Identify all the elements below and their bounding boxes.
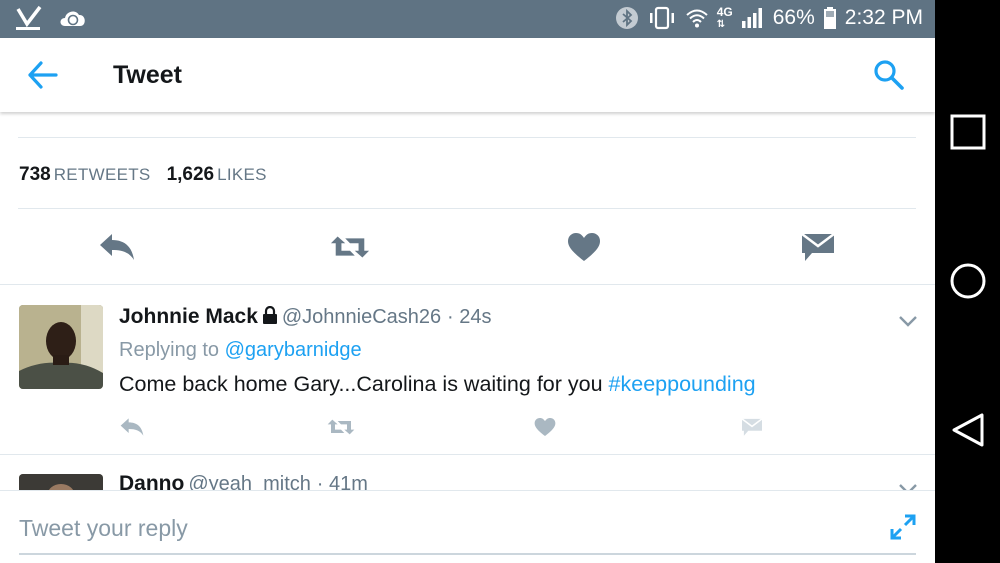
retweet-count-link[interactable]: 738 RETWEETS <box>19 164 151 185</box>
heart-icon <box>534 417 556 437</box>
sync-cloud-icon <box>58 6 88 35</box>
author-name[interactable]: Johnnie Mack <box>119 305 258 328</box>
search-icon <box>874 60 904 90</box>
android-nav-bar <box>935 0 1000 563</box>
chevron-down-icon <box>899 484 917 490</box>
tweet-menu-button[interactable] <box>897 482 919 490</box>
recents-button[interactable] <box>949 113 987 151</box>
replying-to: Replying to @garybarnidge <box>119 339 362 362</box>
like-button[interactable] <box>531 415 559 439</box>
divider <box>18 137 916 138</box>
retweet-label: RETWEETS <box>53 165 151 184</box>
like-count-link[interactable]: 1,626 LIKES <box>167 164 267 185</box>
retweet-icon <box>327 419 355 435</box>
wifi-icon <box>685 6 709 30</box>
retweet-button[interactable] <box>327 415 355 439</box>
home-button[interactable] <box>949 262 987 300</box>
direct-message-button[interactable] <box>798 229 838 265</box>
lock-icon <box>262 305 278 330</box>
avatar[interactable] <box>19 305 103 389</box>
avatar[interactable] <box>19 474 103 490</box>
page-title: Tweet <box>113 61 182 89</box>
chevron-down-icon <box>899 316 917 327</box>
divider <box>18 208 916 209</box>
search-button[interactable] <box>872 58 906 92</box>
direct-message-button[interactable] <box>738 415 766 439</box>
input-underline <box>19 553 916 555</box>
message-icon <box>741 418 763 436</box>
author-name[interactable]: Danno <box>119 472 184 490</box>
retweet-count: 738 <box>19 164 51 185</box>
reply-tweet[interactable]: Danno @yeah_mitch · 41m <box>0 454 935 490</box>
tweet-header: Danno @yeah_mitch · 41m <box>119 472 368 490</box>
tweet-text: Come back home Gary...Carolina is waitin… <box>119 372 756 397</box>
status-bar: 4G ⇅ 66% 2:32 PM <box>0 0 935 38</box>
tweet-header: Johnnie Mack @JohnnieCash26 · 24s <box>119 305 491 330</box>
tweet-time: · 24s <box>447 306 492 328</box>
tweet-time: · 41m <box>316 473 368 490</box>
back-button[interactable] <box>26 60 60 90</box>
tweet-detail: 738 RETWEETS 1,626 LIKES Johnnie Mack @J… <box>0 112 935 490</box>
circle-icon <box>950 263 986 299</box>
reply-input[interactable] <box>19 511 839 545</box>
reply-icon <box>100 234 134 260</box>
expand-icon <box>890 514 916 540</box>
back-nav-button[interactable] <box>949 411 987 449</box>
main-tweet-actions <box>0 229 935 269</box>
battery-percent: 66% <box>772 6 815 29</box>
app-header: Tweet <box>0 38 935 112</box>
tweet-menu-button[interactable] <box>897 314 919 328</box>
clock: 2:32 PM <box>844 6 923 29</box>
battery-icon <box>823 6 837 30</box>
hashtag-link[interactable]: #keeppounding <box>609 372 756 396</box>
like-label: LIKES <box>217 165 267 184</box>
like-button[interactable] <box>564 229 604 265</box>
replying-to-label: Replying to <box>119 339 220 361</box>
author-handle: @JohnnieCash26 <box>281 306 442 328</box>
heart-icon <box>568 233 600 261</box>
retweet-icon <box>330 236 370 258</box>
signal-icon <box>741 6 765 30</box>
triangle-back-icon <box>952 413 984 447</box>
reply-icon <box>120 418 144 436</box>
reply-composer <box>0 490 935 563</box>
author-handle: @yeah_mitch <box>188 473 311 490</box>
reply-tweet[interactable]: Johnnie Mack @JohnnieCash26 · 24s Replyin… <box>0 284 935 454</box>
message-icon <box>801 233 835 261</box>
expand-composer-button[interactable] <box>889 513 917 541</box>
reply-button[interactable] <box>118 415 146 439</box>
like-count: 1,626 <box>166 164 215 185</box>
mention-link[interactable]: @garybarnidge <box>225 339 362 361</box>
lte-icon: 4G ⇅ <box>716 4 733 30</box>
vibrate-icon <box>647 6 677 30</box>
square-icon <box>950 114 986 150</box>
reply-button[interactable] <box>97 229 137 265</box>
tweet-body: Come back home Gary...Carolina is waitin… <box>119 372 603 396</box>
retweet-button[interactable] <box>330 229 370 265</box>
bluetooth-icon <box>615 6 639 30</box>
verizon-check-icon <box>14 5 44 36</box>
arrow-left-icon <box>28 61 58 89</box>
tweet-stats: 738 RETWEETS 1,626 LIKES <box>19 164 267 186</box>
